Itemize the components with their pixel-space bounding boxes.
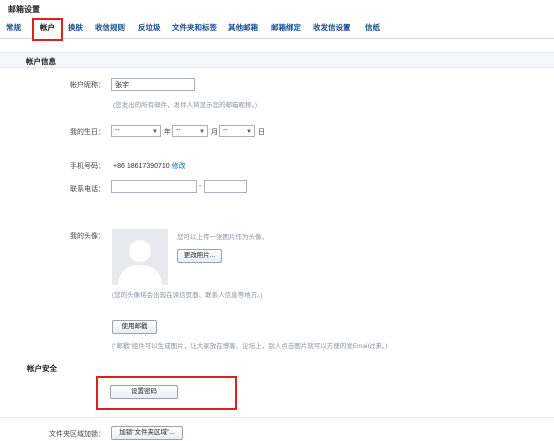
avatar-label: 我的头像： <box>70 233 105 240</box>
phone-area-input[interactable] <box>111 180 197 193</box>
page-title: 邮箱设置 <box>8 5 40 14</box>
section-divider <box>0 417 554 418</box>
mobile-modify-link[interactable]: 修改 <box>172 163 186 170</box>
tab-send-receive-settings[interactable]: 收发信设置 <box>313 22 351 33</box>
tab-folders-labels[interactable]: 文件夹和标签 <box>172 22 217 33</box>
mobile-value: +86 18617390710 <box>113 163 170 170</box>
avatar-upload-hint: 您可以上传一张图片作为头像。 <box>177 234 268 241</box>
lock-folder-area-button[interactable]: 加锁"文件夹区域"... <box>111 426 183 440</box>
settings-tab-bar: 常规 帐户 换肤 收信规则 反垃圾 文件夹和标签 其他邮箱 邮箱绑定 收发信设置… <box>0 17 554 41</box>
chevron-down-icon: ▼ <box>246 129 252 135</box>
birth-year-value: -- <box>115 127 120 134</box>
tab-general[interactable]: 常规 <box>6 22 21 33</box>
postmark-hint: ("邮戳"组件可以生成图片，让大家放在博客、论坛上，别人点击图片就可以方便的发E… <box>112 343 388 350</box>
birth-year-select[interactable]: -- ▼ <box>111 125 161 137</box>
birth-month-unit: 月 <box>211 129 218 136</box>
birth-day-unit: 日 <box>258 129 265 136</box>
chevron-down-icon: ▼ <box>199 129 205 135</box>
mobile-row: +86 18617390710 修改 <box>113 161 186 171</box>
tab-skin[interactable]: 换肤 <box>68 22 83 33</box>
birth-month-select[interactable]: -- ▼ <box>172 125 208 137</box>
nickname-label: 帐户昵称： <box>70 82 105 89</box>
use-postmark-button[interactable]: 使用邮戳 <box>112 320 157 334</box>
tab-mailbox-binding[interactable]: 邮箱绑定 <box>271 22 301 33</box>
account-security-title: 帐户安全 <box>27 364 57 373</box>
birth-day-value: -- <box>223 127 228 134</box>
nickname-hint: (您发出的所有邮件，发件人将显示您的邮箱昵称。) <box>113 102 258 109</box>
phone-number-input[interactable] <box>204 180 247 193</box>
account-info-title: 帐户信息 <box>26 57 56 66</box>
mobile-label: 手机号码： <box>70 163 105 170</box>
account-security-section-header: 帐户安全 <box>0 359 554 375</box>
account-info-section-header: 帐户信息 <box>0 52 554 68</box>
birthday-label: 我的生日： <box>70 129 105 136</box>
tab-account[interactable]: 帐户 <box>40 22 55 33</box>
birth-month-value: -- <box>176 127 181 134</box>
nickname-input[interactable] <box>111 78 195 91</box>
avatar <box>112 229 168 285</box>
set-password-button[interactable]: 设置密码 <box>110 385 178 399</box>
phone-label: 联系电话： <box>70 186 105 193</box>
tab-anti-spam[interactable]: 反垃圾 <box>138 22 161 33</box>
folder-lock-label: 文件夹区域加锁： <box>49 431 105 438</box>
birth-year-unit: 年 <box>164 129 171 136</box>
avatar-display-hint: (您的头像将会出现在读信页面、联系人信息等地方。) <box>112 292 263 299</box>
tab-stationery[interactable]: 信纸 <box>365 22 380 33</box>
avatar-placeholder-icon <box>112 229 168 285</box>
chevron-down-icon: ▼ <box>152 129 158 135</box>
birth-day-select[interactable]: -- ▼ <box>219 125 255 137</box>
change-photo-button[interactable]: 更改照片... <box>177 249 222 263</box>
phone-separator: - <box>199 183 202 190</box>
tab-receive-rules[interactable]: 收信规则 <box>95 22 125 33</box>
tab-other-mailboxes[interactable]: 其他邮箱 <box>228 22 258 33</box>
